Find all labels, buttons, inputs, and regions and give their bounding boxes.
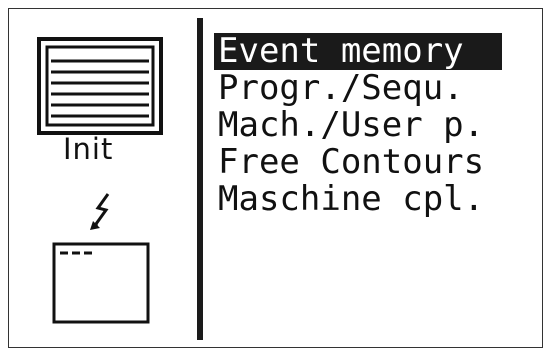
window-icon: [52, 242, 150, 324]
menu-item-progr-sequ[interactable]: Progr./Sequ.: [214, 70, 502, 107]
init-label: Init: [63, 132, 114, 166]
lightning-arrow-icon: [90, 193, 110, 230]
panel-divider: [197, 18, 203, 340]
menu-item-mach-user-p[interactable]: Mach./User p.: [214, 107, 502, 144]
menu-item-maschine-cpl[interactable]: Maschine cpl.: [214, 181, 502, 218]
document-icon: [37, 37, 163, 135]
menu-item-free-contours[interactable]: Free Contours: [214, 144, 502, 181]
menu-item-event-memory[interactable]: Event memory: [214, 33, 502, 70]
init-menu: Event memory Progr./Sequ. Mach./User p. …: [214, 33, 502, 218]
